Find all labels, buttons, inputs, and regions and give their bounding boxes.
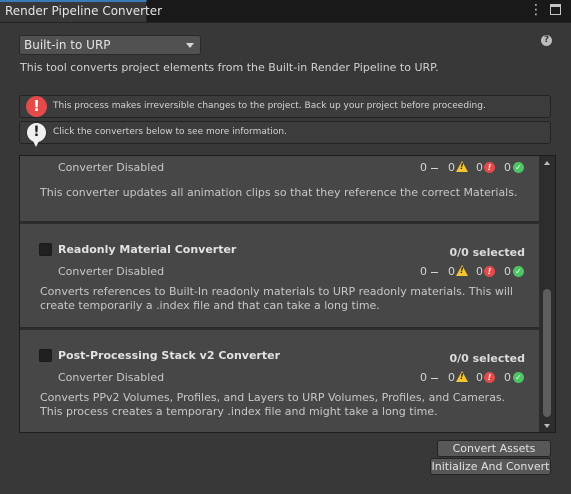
- total-count: 0: [420, 265, 427, 278]
- warning-count: 0: [448, 265, 455, 278]
- converter-description: Converts PPv2 Volumes, Profiles, and Lay…: [40, 391, 506, 418]
- dropdown-value: Built-in to URP: [24, 38, 111, 52]
- info-icon: !: [26, 122, 47, 147]
- maximize-icon[interactable]: [550, 4, 561, 15]
- dash-icon: [431, 272, 438, 273]
- selected-count: 0/0 selected: [449, 246, 525, 259]
- converters-list[interactable]: Converter Disabled 0 0 0 ! 0 ✓ This conv…: [19, 155, 556, 433]
- converter-description: Converts references to Built-In readonly…: [40, 285, 513, 312]
- converter-card-post-processing[interactable]: Post-Processing Stack v2 Converter 0/0 s…: [20, 330, 539, 432]
- warning-icon: [456, 265, 468, 276]
- converter-title: Readonly Material Converter: [58, 243, 237, 256]
- more-options-icon[interactable]: ⋮: [529, 2, 543, 18]
- render-pipeline-converter-window: Render Pipeline Converter ⋮ Built-in to …: [0, 0, 571, 494]
- tab-bar: Render Pipeline Converter ⋮: [0, 0, 571, 23]
- check-icon: ✓: [513, 266, 524, 277]
- warning-icon: [456, 161, 468, 172]
- total-count: 0: [420, 161, 427, 174]
- error-count: 0: [476, 265, 483, 278]
- error-count: 0: [476, 371, 483, 384]
- total-count: 0: [420, 371, 427, 384]
- dash-icon: [431, 378, 438, 379]
- warning-count: 0: [448, 371, 455, 384]
- vertical-scrollbar[interactable]: [539, 156, 555, 432]
- success-count: 0: [504, 161, 511, 174]
- warning-message: This process makes irreversible changes …: [53, 101, 486, 111]
- success-count: 0: [504, 265, 511, 278]
- info-message: Click the converters below to see more i…: [53, 127, 287, 137]
- help-icon[interactable]: ?: [541, 35, 552, 46]
- info-box: ! Click the converters below to see more…: [19, 121, 551, 147]
- error-icon: !: [26, 96, 47, 117]
- check-icon: ✓: [513, 162, 524, 173]
- convert-assets-button[interactable]: Convert Assets: [437, 440, 551, 457]
- warning-icon: [456, 371, 468, 382]
- success-count: 0: [504, 371, 511, 384]
- converter-card-readonly-material[interactable]: Readonly Material Converter 0/0 selected…: [20, 224, 539, 328]
- error-icon: !: [484, 162, 495, 173]
- converter-title: Post-Processing Stack v2 Converter: [58, 349, 280, 362]
- scroll-up-icon[interactable]: [544, 161, 550, 165]
- scrollbar-thumb[interactable]: [543, 289, 551, 417]
- scroll-down-icon[interactable]: [544, 424, 550, 428]
- tab-render-pipeline-converter[interactable]: Render Pipeline Converter: [0, 0, 162, 22]
- conversion-type-dropdown[interactable]: Built-in to URP: [19, 35, 201, 55]
- error-count: 0: [476, 161, 483, 174]
- irreversible-warning-box: ! This process makes irreversible change…: [19, 95, 551, 118]
- selected-count: 0/0 selected: [449, 352, 525, 365]
- error-icon: !: [484, 266, 495, 277]
- warning-count: 0: [448, 161, 455, 174]
- error-icon: !: [484, 372, 495, 383]
- converter-checkbox[interactable]: [39, 349, 52, 362]
- chevron-down-icon: [186, 43, 194, 48]
- converter-description: This converter updates all animation cli…: [40, 186, 518, 199]
- tool-description: This tool converts project elements from…: [20, 61, 439, 74]
- converter-status: Converter Disabled: [58, 371, 165, 384]
- converter-status: Converter Disabled: [58, 161, 165, 174]
- check-icon: ✓: [513, 372, 524, 383]
- converter-checkbox[interactable]: [39, 243, 52, 256]
- converter-status: Converter Disabled: [58, 265, 165, 278]
- dash-icon: [431, 168, 438, 169]
- initialize-and-convert-button[interactable]: Initialize And Convert: [430, 458, 551, 475]
- converter-card-animation-clip[interactable]: Converter Disabled 0 0 0 ! 0 ✓ This conv…: [20, 156, 539, 222]
